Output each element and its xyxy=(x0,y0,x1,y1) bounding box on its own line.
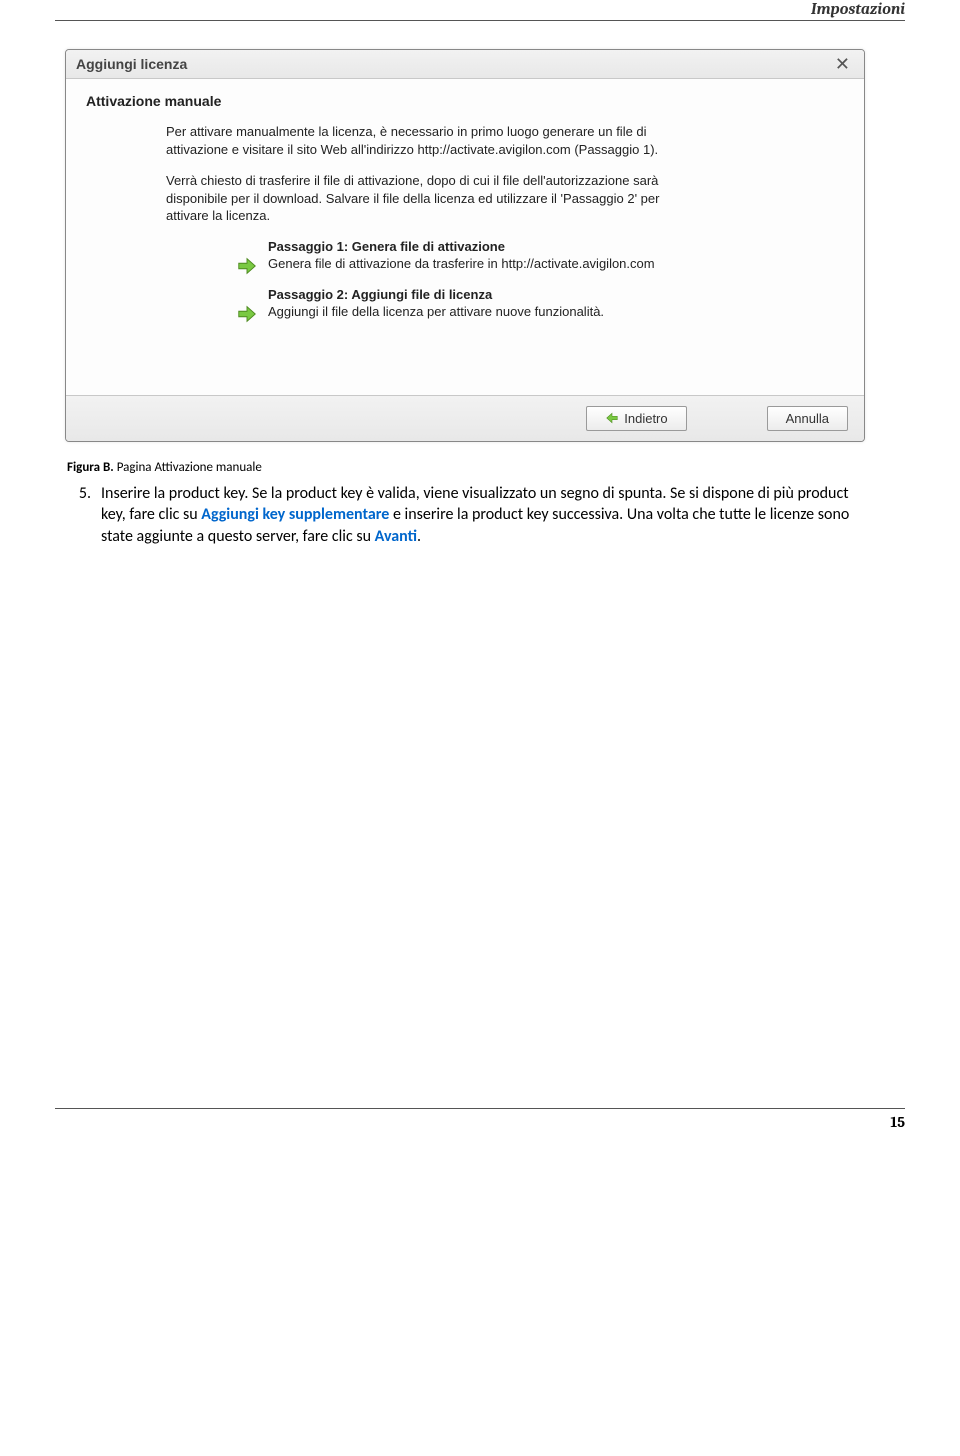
step-1-row[interactable]: Passaggio 1: Genera file di attivazione … xyxy=(236,239,736,277)
step-2-text: Passaggio 2: Aggiungi file di licenza Ag… xyxy=(268,287,736,321)
document-page: Impostazioni Aggiungi licenza ✕ Attivazi… xyxy=(0,0,960,1131)
step-1-text: Passaggio 1: Genera file di attivazione … xyxy=(268,239,736,273)
back-button-label: Indietro xyxy=(624,411,667,426)
dialog-titlebar: Aggiungi licenza ✕ xyxy=(66,50,864,79)
list-item-5: 5. Inserire la product key. Se la produc… xyxy=(67,483,905,548)
back-button[interactable]: Indietro xyxy=(586,406,686,431)
arrow-right-icon xyxy=(236,303,258,325)
cancel-button-label: Annulla xyxy=(786,411,829,426)
dialog-screenshot: Aggiungi licenza ✕ Attivazione manuale P… xyxy=(65,49,865,442)
dialog-body: Attivazione manuale Per attivare manualm… xyxy=(66,79,864,395)
link-add-supplementary-key[interactable]: Aggiungi key supplementare xyxy=(201,505,389,524)
step-2-row[interactable]: Passaggio 2: Aggiungi file di licenza Ag… xyxy=(236,287,736,325)
step-1-body: Genera file di attivazione da trasferire… xyxy=(268,256,655,271)
close-icon[interactable]: ✕ xyxy=(831,57,854,71)
page-header: Impostazioni xyxy=(55,0,905,21)
list-item-number: 5. xyxy=(67,483,91,548)
list-item-body: Inserire la product key. Se la product k… xyxy=(101,483,871,548)
arrow-left-icon xyxy=(605,411,619,425)
arrow-right-icon xyxy=(236,255,258,277)
dialog-paragraph-1: Per attivare manualmente la licenza, è n… xyxy=(166,123,666,158)
section-title: Impostazioni xyxy=(811,0,905,18)
cancel-button[interactable]: Annulla xyxy=(767,406,848,431)
dialog-subtitle: Attivazione manuale xyxy=(86,93,844,109)
dialog-paragraph-2: Verrà chiesto di trasferire il file di a… xyxy=(166,172,666,225)
list-text-c: . xyxy=(417,527,421,546)
dialog-footer: Indietro Annulla xyxy=(66,395,864,441)
figure-caption-text: Pagina Attivazione manuale xyxy=(114,460,262,475)
figure-caption: Figura B. Pagina Attivazione manuale xyxy=(67,460,905,475)
step-2-body: Aggiungi il file della licenza per attiv… xyxy=(268,304,604,319)
page-footer: 15 xyxy=(55,1108,905,1131)
step-1-title: Passaggio 1: Genera file di attivazione xyxy=(268,239,736,256)
link-next[interactable]: Avanti xyxy=(375,527,417,546)
step-2-title: Passaggio 2: Aggiungi file di licenza xyxy=(268,287,736,304)
figure-caption-label: Figura B. xyxy=(67,460,114,475)
page-number: 15 xyxy=(55,1113,905,1131)
dialog-title: Aggiungi licenza xyxy=(76,56,187,72)
